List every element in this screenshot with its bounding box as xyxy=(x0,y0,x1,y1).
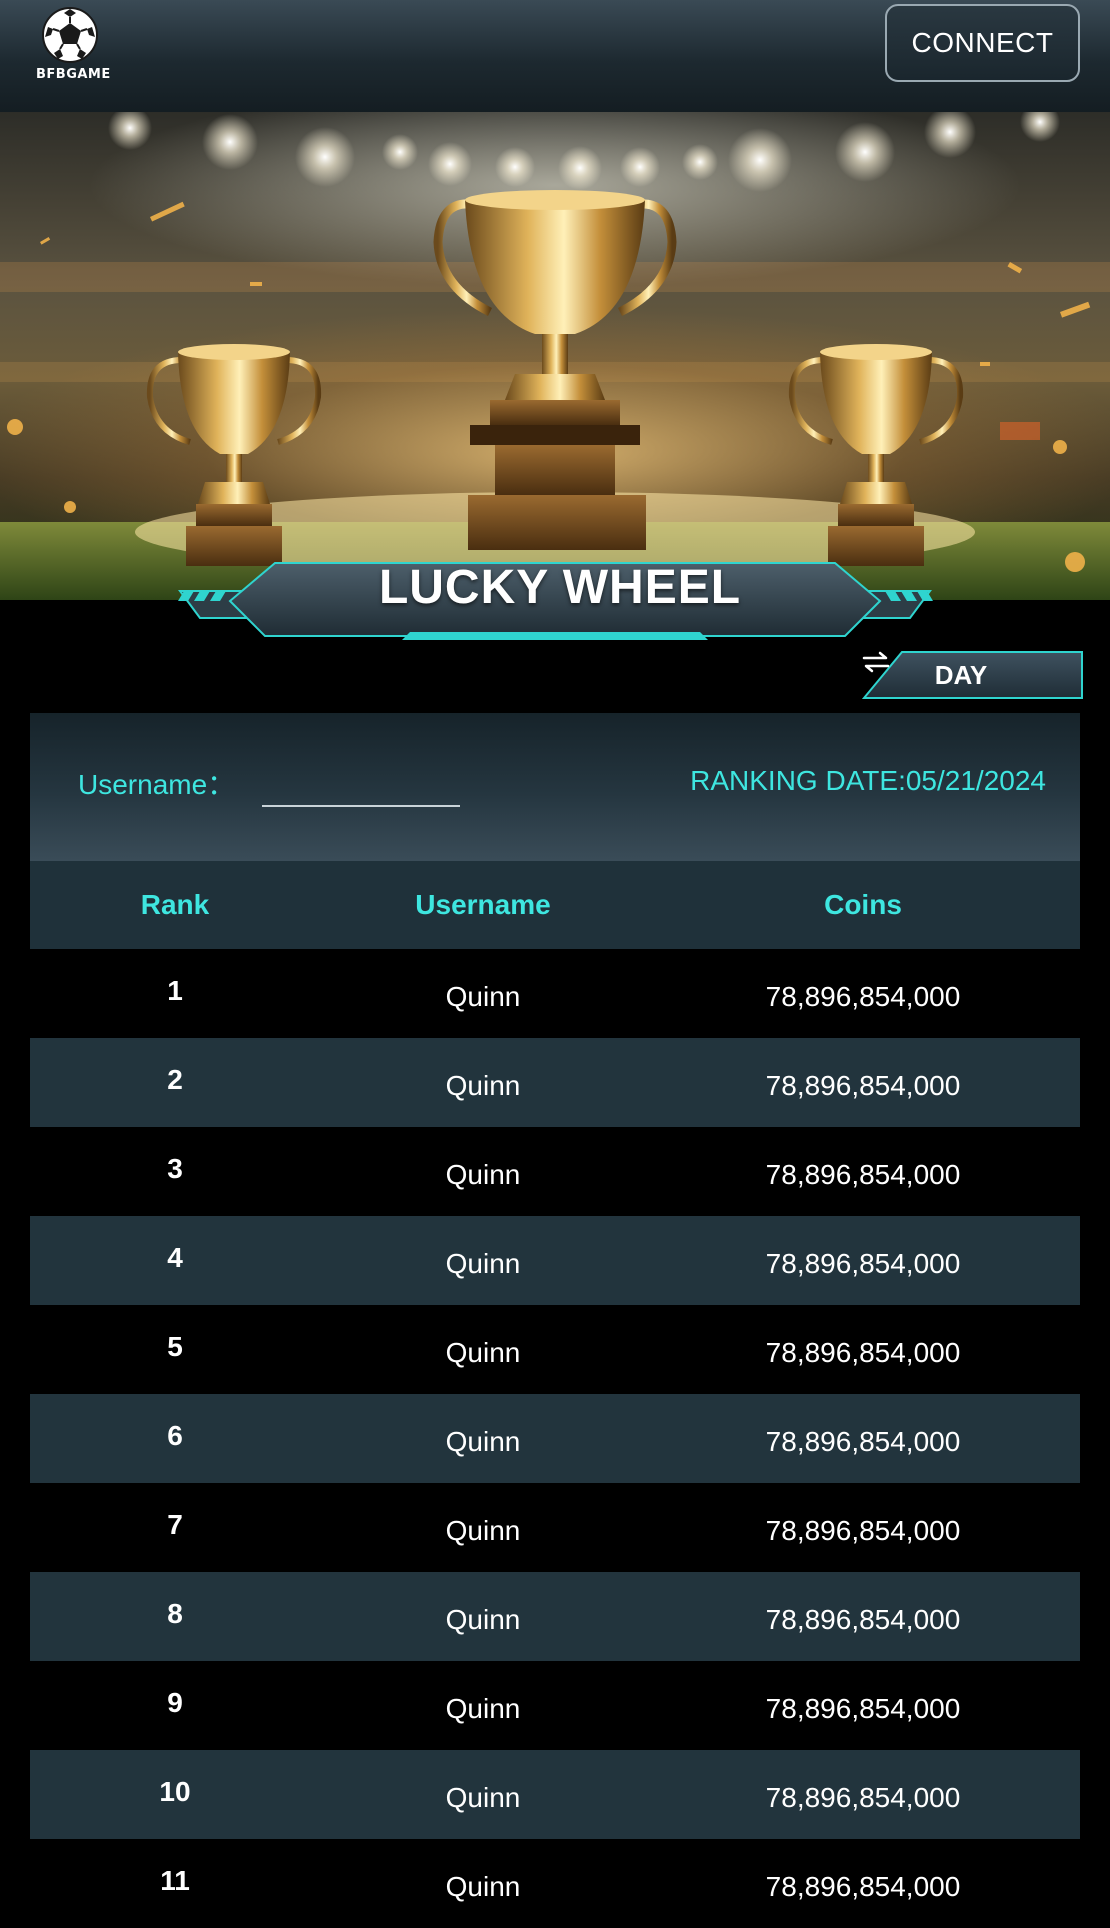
username-cell: Quinn xyxy=(445,1247,521,1279)
page-title: LUCKY WHEEL xyxy=(378,561,742,614)
table-row: 8 Quinn 78,896,854,000 xyxy=(30,1572,1080,1661)
coins-cell: 78,896,854,000 xyxy=(765,1247,961,1279)
soccer-ball-icon xyxy=(42,7,98,63)
coins-cell: 78,896,854,000 xyxy=(765,1603,961,1635)
username-cell: Quinn xyxy=(445,1158,521,1190)
period-label: DAY xyxy=(934,660,988,690)
rank-cell: 10 xyxy=(159,1775,191,1807)
rank-cell: 6 xyxy=(167,1419,183,1451)
coins-cell: 78,896,854,000 xyxy=(765,1158,961,1190)
rank-cell: 1 xyxy=(167,974,183,1006)
leaderboard-table: 1 Quinn 78,896,854,000 2 Quinn 78,896,85… xyxy=(30,949,1080,1928)
username-cell: Quinn xyxy=(445,980,521,1012)
table-row: 1 Quinn 78,896,854,000 xyxy=(30,949,1080,1038)
coins-cell: 78,896,854,000 xyxy=(765,1336,961,1368)
table-row: 6 Quinn 78,896,854,000 xyxy=(30,1394,1080,1483)
rank-cell: 9 xyxy=(167,1686,183,1718)
username-cell: Quinn xyxy=(445,1781,521,1813)
coins-cell: 78,896,854,000 xyxy=(765,980,961,1012)
header-coins: Coins xyxy=(824,889,902,920)
table-row: 3 Quinn 78,896,854,000 xyxy=(30,1127,1080,1216)
coins-cell: 78,896,854,000 xyxy=(765,1781,961,1813)
coins-cell: 78,896,854,000 xyxy=(765,1514,961,1546)
rank-cell: 8 xyxy=(167,1597,183,1629)
rank-cell: 3 xyxy=(167,1152,183,1184)
username-cell: Quinn xyxy=(445,1069,521,1101)
table-row: 2 Quinn 78,896,854,000 xyxy=(30,1038,1080,1127)
coins-cell: 78,896,854,000 xyxy=(765,1692,961,1724)
ranking-date: RANKING DATE:05/21/2024 xyxy=(690,765,1046,796)
username-label: Username： xyxy=(78,769,236,800)
rank-cell: 11 xyxy=(160,1864,190,1896)
table-row: 9 Quinn 78,896,854,000 xyxy=(30,1661,1080,1750)
coins-cell: 78,896,854,000 xyxy=(765,1870,961,1902)
swap-arrows-icon xyxy=(862,651,890,673)
rank-cell: 7 xyxy=(167,1508,183,1540)
filter-panel: Username： RANKING DATE:05/21/2024 xyxy=(30,713,1080,861)
table-row: 5 Quinn 78,896,854,000 xyxy=(30,1305,1080,1394)
table-row: 11 Quinn 78,896,854,000 xyxy=(30,1839,1080,1928)
username-cell: Quinn xyxy=(445,1425,521,1457)
table-row: 4 Quinn 78,896,854,000 xyxy=(30,1216,1080,1305)
rank-cell: 5 xyxy=(167,1330,183,1362)
username-cell: Quinn xyxy=(445,1336,521,1368)
header-rank: Rank xyxy=(140,889,210,920)
rank-cell: 2 xyxy=(167,1063,183,1095)
logo-text: BFBGAME xyxy=(36,67,111,82)
username-search-input[interactable] xyxy=(262,757,460,807)
table-header: Rank Username Coins xyxy=(30,861,1080,949)
header-username: Username xyxy=(415,889,551,920)
coins-cell: 78,896,854,000 xyxy=(765,1069,961,1101)
table-row: 10 Quinn 78,896,854,000 xyxy=(30,1750,1080,1839)
logo[interactable]: BFBGAME xyxy=(36,5,111,85)
rank-cell: 4 xyxy=(167,1241,183,1273)
table-row: 7 Quinn 78,896,854,000 xyxy=(30,1483,1080,1572)
username-cell: Quinn xyxy=(445,1514,521,1546)
username-cell: Quinn xyxy=(445,1603,521,1635)
period-toggle-button[interactable]: DAY xyxy=(862,650,1084,700)
username-cell: Quinn xyxy=(445,1692,521,1724)
username-cell: Quinn xyxy=(445,1870,521,1902)
top-bar: BFBGAME CONNECT xyxy=(0,0,1110,112)
connect-button[interactable]: CONNECT xyxy=(885,4,1080,82)
coins-cell: 78,896,854,000 xyxy=(765,1425,961,1457)
